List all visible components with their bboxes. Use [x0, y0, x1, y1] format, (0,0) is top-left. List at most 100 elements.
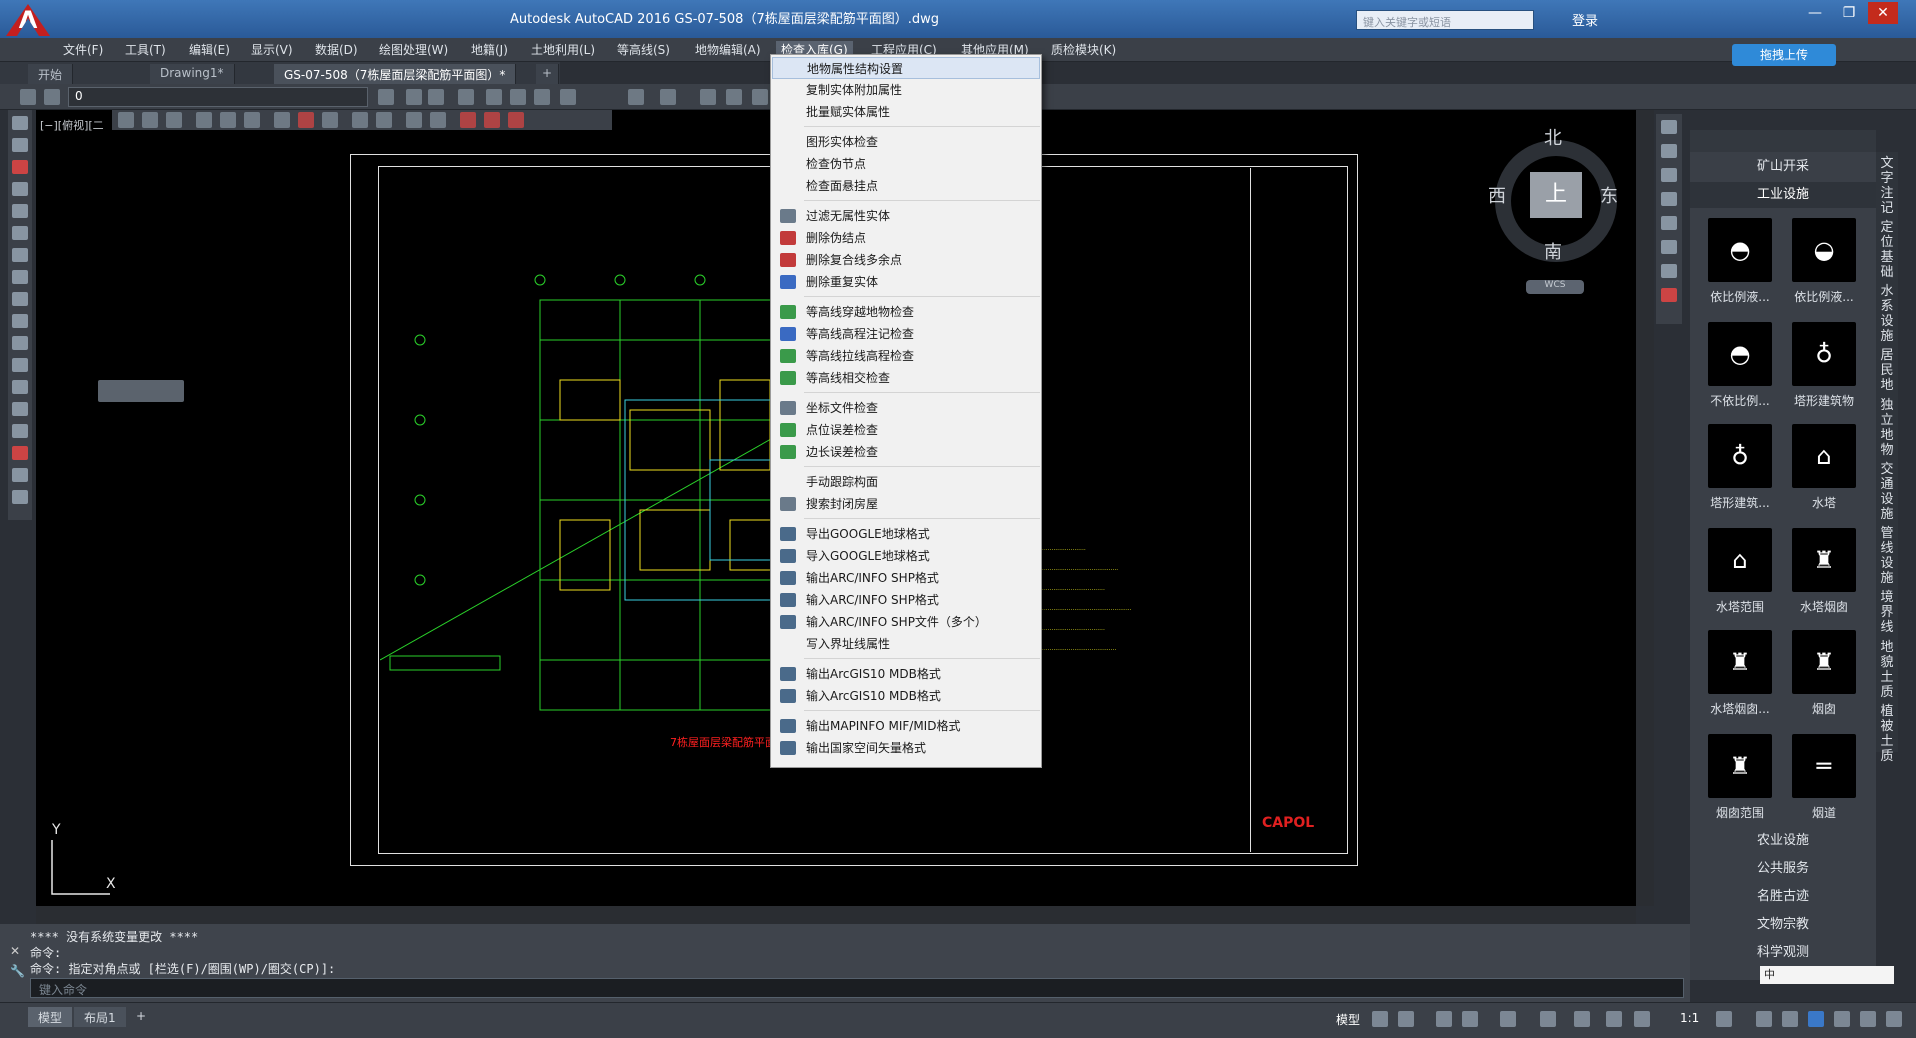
- polar-icon[interactable]: [1462, 1011, 1478, 1027]
- tile-water-tower-chimney-2-icon[interactable]: ♜: [1708, 630, 1772, 694]
- menu-view[interactable]: 显示(V): [246, 41, 298, 59]
- snap-parallel-icon[interactable]: [406, 112, 422, 128]
- calc-icon[interactable]: [726, 89, 742, 105]
- menu-tools[interactable]: 工具(T): [120, 41, 171, 59]
- snap-temp-icon[interactable]: [508, 112, 524, 128]
- extend-tool-icon[interactable]: [12, 402, 28, 416]
- search-input[interactable]: 键入关键字或短语: [1356, 10, 1534, 30]
- point-tool-icon[interactable]: [12, 160, 28, 174]
- ortho-icon[interactable]: [1436, 1011, 1452, 1027]
- side-tab-vegetation[interactable]: 植被土质: [1878, 704, 1896, 764]
- snap-center-icon[interactable]: [166, 112, 182, 128]
- dropdown-item[interactable]: 边长误差检查: [772, 441, 1040, 463]
- snap-node-icon[interactable]: [196, 112, 212, 128]
- dropdown-item[interactable]: 删除伪结点: [772, 227, 1040, 249]
- menu-data[interactable]: 数据(D): [310, 41, 363, 59]
- snap-settings-icon[interactable]: [460, 112, 476, 128]
- dropdown-item[interactable]: 检查面悬挂点: [772, 175, 1040, 197]
- horizontal-scrollbar[interactable]: [36, 906, 1636, 924]
- grid-icon[interactable]: [1372, 1011, 1388, 1027]
- menu-quality[interactable]: 质检模块(K): [1046, 41, 1121, 59]
- zoom-window-icon[interactable]: [510, 89, 526, 105]
- nav-pan-icon[interactable]: [1661, 120, 1677, 134]
- dropdown-item[interactable]: 输出ArcGIS10 MDB格式: [772, 663, 1040, 685]
- rectangle-tool-icon[interactable]: [12, 226, 28, 240]
- floating-mini-toolbar[interactable]: [98, 380, 184, 402]
- compass-north[interactable]: 北: [1544, 124, 1562, 150]
- palette-cat-science[interactable]: 科学观测: [1690, 940, 1876, 966]
- explode-tool-icon[interactable]: [12, 468, 28, 482]
- dropdown-item[interactable]: 等高线穿越地物检查: [772, 301, 1040, 323]
- snap-none-icon[interactable]: [430, 112, 446, 128]
- login-button[interactable]: 登录: [1572, 10, 1598, 29]
- snap-insert-icon[interactable]: [298, 112, 314, 128]
- compass-south[interactable]: 南: [1544, 238, 1562, 264]
- side-tab-residential[interactable]: 居民地: [1878, 348, 1896, 393]
- snap-intersection-icon[interactable]: [244, 112, 260, 128]
- annotation-scale[interactable]: 1:1: [1680, 1011, 1699, 1025]
- viewport-controls[interactable]: [−][俯视][二: [40, 117, 104, 133]
- dropdown-item[interactable]: 图形实体检查: [772, 131, 1040, 153]
- dropdown-item[interactable]: 导入GOOGLE地球格式: [772, 545, 1040, 567]
- snap-from-icon[interactable]: [484, 112, 500, 128]
- side-tab-water[interactable]: 水系设施: [1878, 284, 1896, 344]
- open-icon[interactable]: [406, 89, 422, 105]
- menu-cadastre[interactable]: 地籍(J): [466, 41, 513, 59]
- menu-feature-edit[interactable]: 地物编辑(A): [690, 41, 766, 59]
- workspace-icon[interactable]: [20, 89, 36, 105]
- palette-cat-mining[interactable]: 矿山开采: [1690, 154, 1876, 180]
- model-space-toggle[interactable]: 模型: [1336, 1011, 1360, 1028]
- scale-tool-icon[interactable]: [12, 358, 28, 372]
- tile-scaled-liquid-1-icon[interactable]: ◓: [1708, 218, 1772, 282]
- annotation-icon[interactable]: [1574, 1011, 1590, 1027]
- dropdown-item[interactable]: 坐标文件检查: [772, 397, 1040, 419]
- side-tab-positioning[interactable]: 定位基础: [1878, 220, 1896, 280]
- nav-layer-icon[interactable]: [1661, 264, 1677, 278]
- layer-select[interactable]: 0: [68, 87, 368, 107]
- tile-water-tower-range-icon[interactable]: ⌂: [1708, 528, 1772, 592]
- text-tool-icon[interactable]: [12, 270, 28, 284]
- nav-extents-icon[interactable]: [1661, 216, 1677, 230]
- dropdown-item[interactable]: 手动跟踪构面: [772, 471, 1040, 493]
- dropdown-item[interactable]: 删除重复实体: [772, 271, 1040, 293]
- ime-toolbar[interactable]: 中: [1760, 966, 1894, 984]
- workspace-gear-icon[interactable]: [1716, 1011, 1732, 1027]
- dropdown-item[interactable]: 过滤无属性实体: [772, 205, 1040, 227]
- new-tab-button[interactable]: +: [536, 64, 560, 84]
- tile-tower-building-icon[interactable]: ♁: [1792, 322, 1856, 386]
- snap-endpoint-icon[interactable]: [118, 112, 134, 128]
- zoom-icon[interactable]: [486, 89, 502, 105]
- units-icon[interactable]: [1782, 1011, 1798, 1027]
- tile-scaled-liquid-2-icon[interactable]: ◒: [1792, 218, 1856, 282]
- menu-file[interactable]: 文件(F): [58, 41, 108, 59]
- side-tab-text[interactable]: 文字注记: [1878, 156, 1896, 216]
- command-close-icon[interactable]: ✕: [10, 944, 20, 958]
- annotation-visibility-icon[interactable]: [1606, 1011, 1622, 1027]
- layer-properties-icon[interactable]: [44, 89, 60, 105]
- cloud-upload-button[interactable]: 拖拽上传: [1732, 44, 1836, 66]
- dropdown-item[interactable]: 搜索封闭房屋: [772, 493, 1040, 515]
- tab-model[interactable]: 模型: [28, 1007, 73, 1027]
- redo-icon[interactable]: [660, 89, 676, 105]
- match-layer-icon[interactable]: [378, 89, 394, 105]
- snap-midpoint-icon[interactable]: [142, 112, 158, 128]
- move-tool-icon[interactable]: [12, 292, 28, 306]
- add-layout-button[interactable]: +: [126, 1007, 156, 1027]
- zoom-previous-icon[interactable]: [534, 89, 550, 105]
- menu-drawing[interactable]: 绘图处理(W): [374, 41, 453, 59]
- vertical-scrollbar[interactable]: [1636, 110, 1654, 906]
- snap-quadrant-icon[interactable]: [220, 112, 236, 128]
- wcs-dropdown[interactable]: WCS: [1526, 280, 1584, 294]
- tile-water-tower-chimney-icon[interactable]: ♜: [1792, 528, 1856, 592]
- arc-tool-icon[interactable]: [12, 204, 28, 218]
- dropdown-item[interactable]: 等高线相交检查: [772, 367, 1040, 389]
- tab-layout1[interactable]: 布局1: [74, 1007, 126, 1027]
- dropdown-item[interactable]: 输出ARC/INFO SHP格式: [772, 567, 1040, 589]
- menu-edit[interactable]: 编辑(E): [184, 41, 235, 59]
- dropdown-item[interactable]: 地物属性结构设置: [772, 57, 1040, 79]
- dropdown-item[interactable]: 导出GOOGLE地球格式: [772, 523, 1040, 545]
- maximize-icon[interactable]: ❐: [1834, 2, 1864, 24]
- palette-cat-agriculture[interactable]: 农业设施: [1690, 828, 1876, 854]
- nav-erase-icon[interactable]: [1661, 288, 1677, 302]
- clean-screen-icon[interactable]: [1860, 1011, 1876, 1027]
